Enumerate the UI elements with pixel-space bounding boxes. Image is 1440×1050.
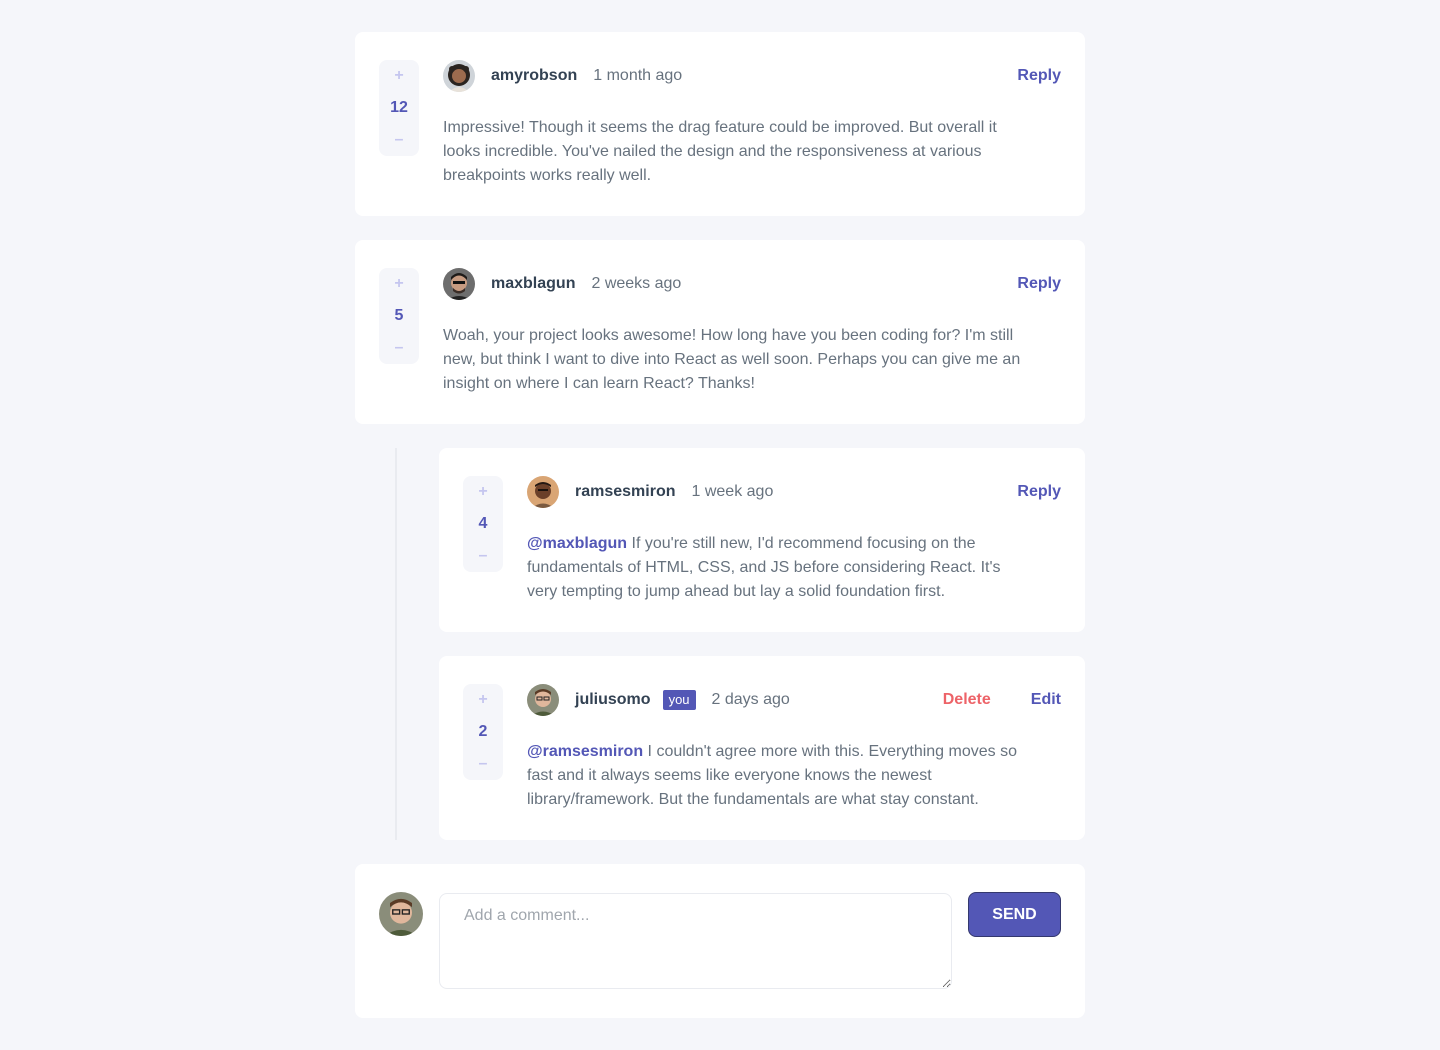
timestamp: 2 days ago (711, 691, 790, 708)
send-button[interactable]: SEND (968, 892, 1061, 937)
you-badge: you (662, 690, 696, 710)
reply-button[interactable]: Reply (1017, 275, 1061, 293)
downvote-button[interactable]: – (395, 332, 404, 364)
avatar (443, 268, 475, 300)
timestamp: 2 weeks ago (591, 275, 682, 292)
mention-link[interactable]: @maxblagun (527, 535, 627, 552)
username[interactable]: maxblagun (491, 275, 575, 293)
comment-text: Woah, your project looks awesome! How lo… (443, 327, 1021, 392)
vote-count: 5 (394, 307, 404, 324)
vote-count: 12 (390, 99, 408, 116)
vote-control: + 5 – (379, 268, 419, 364)
username[interactable]: juliusomo (575, 691, 651, 709)
upvote-button[interactable]: + (394, 60, 403, 92)
comment-text: Impressive! Though it seems the drag fea… (443, 119, 997, 184)
timestamp: 1 month ago (593, 67, 683, 84)
comment-actions: Reply (1017, 60, 1061, 92)
avatar (443, 60, 475, 92)
comment-header: maxblagun 2 weeks ago (443, 268, 681, 300)
comment-text: @ramsesmiron I couldn't agree more with … (527, 740, 1027, 812)
comment-header: ramsesmiron 1 week ago (527, 476, 773, 508)
upvote-button[interactable]: + (478, 684, 487, 716)
reply-button[interactable]: Reply (1017, 483, 1061, 501)
comment-input[interactable] (439, 893, 952, 989)
add-comment-card: SEND (355, 864, 1085, 1018)
comment-actions: Reply (1017, 268, 1061, 300)
upvote-button[interactable]: + (478, 476, 487, 508)
vote-control: + 12 – (379, 60, 419, 156)
comment-actions: Reply (1017, 476, 1061, 508)
comment-text: @maxblagun If you're still new, I'd reco… (527, 532, 1027, 604)
downvote-button[interactable]: – (479, 540, 488, 572)
username[interactable]: ramsesmiron (575, 483, 676, 501)
vote-control: + 4 – (463, 476, 503, 572)
reply-button[interactable]: Reply (1017, 67, 1061, 85)
avatar (527, 684, 559, 716)
username[interactable]: amyrobson (491, 67, 577, 85)
comment-header: juliusomo you 2 days ago (527, 684, 790, 716)
current-user-avatar (379, 892, 423, 936)
comment-actions: Delete Edit (943, 684, 1061, 716)
reply-card: + 4 – ramsesmiron 1 week ago Reply @maxb… (439, 448, 1085, 632)
vote-count: 2 (478, 723, 488, 740)
downvote-button[interactable]: – (479, 748, 488, 780)
comment-header: amyrobson 1 month ago (443, 60, 682, 92)
comment-card: + 12 – amyrobson 1 month ago Reply Impre… (355, 32, 1085, 216)
vote-count: 4 (478, 515, 488, 532)
reply-thread-line (395, 448, 397, 840)
upvote-button[interactable]: + (394, 268, 403, 300)
comment-card: + 5 – maxblagun 2 weeks ago Reply Woah, … (355, 240, 1085, 424)
avatar (527, 476, 559, 508)
timestamp: 1 week ago (691, 483, 774, 500)
edit-button[interactable]: Edit (1031, 691, 1061, 709)
mention-link[interactable]: @ramsesmiron (527, 743, 643, 760)
downvote-button[interactable]: – (395, 124, 404, 156)
vote-control: + 2 – (463, 684, 503, 780)
reply-card: + 2 – juliusomo you 2 days ago Delete Ed… (439, 656, 1085, 840)
delete-button[interactable]: Delete (943, 691, 991, 709)
